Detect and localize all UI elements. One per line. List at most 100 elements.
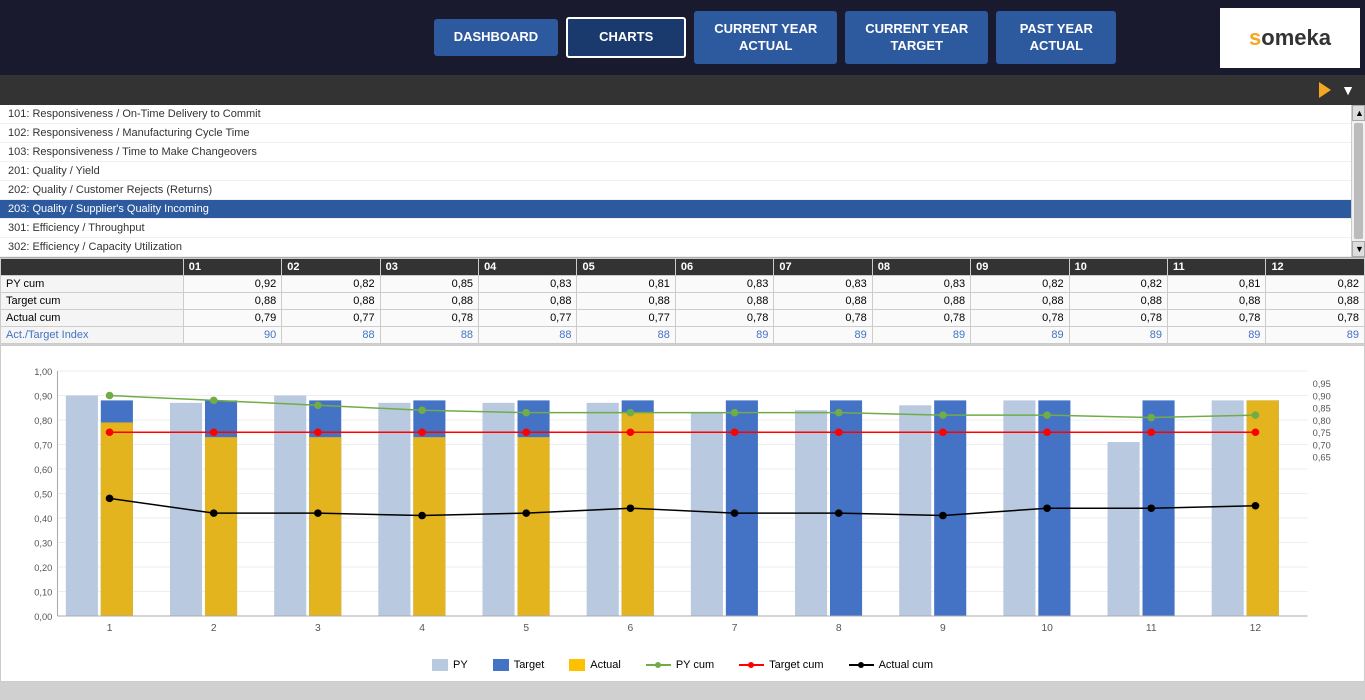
svg-text:0,90: 0,90: [1313, 392, 1331, 402]
table-cell-value: 0,78: [380, 310, 478, 327]
legend-label: Target cum: [769, 659, 823, 671]
svg-text:1,00: 1,00: [34, 367, 52, 377]
table-cell-value: 89: [872, 327, 970, 344]
svg-text:6: 6: [628, 623, 634, 634]
table-header-04: 04: [479, 259, 577, 276]
table-cell-value: 0,83: [872, 276, 970, 293]
header: DASHBOARD CHARTS CURRENT YEARACTUAL CURR…: [0, 0, 1365, 75]
table-cell-value: 0,88: [971, 293, 1069, 310]
kpi-select-label[interactable]: [1319, 82, 1336, 98]
svg-text:4: 4: [419, 623, 425, 634]
table-cell-label: Actual cum: [1, 310, 184, 327]
nav-past-year-actual[interactable]: PAST YEARACTUAL: [996, 11, 1116, 65]
table-cell-value: 0,85: [380, 276, 478, 293]
kpi-list-item-201[interactable]: 201: Quality / Yield: [0, 162, 1365, 181]
table-cell-value: 89: [971, 327, 1069, 344]
nav-current-year-actual[interactable]: CURRENT YEARACTUAL: [694, 11, 837, 65]
logo-text: someka: [1249, 25, 1331, 51]
svg-text:0,60: 0,60: [34, 465, 52, 475]
legend-color-box: [569, 659, 585, 671]
scroll-down-button[interactable]: ▼: [1352, 241, 1365, 257]
svg-text:0,40: 0,40: [34, 514, 52, 524]
table-cell-value: 88: [577, 327, 675, 344]
legend-label: PY: [453, 659, 468, 671]
nav-current-year-target[interactable]: CURRENT YEARTARGET: [845, 11, 988, 65]
table-header-01: 01: [183, 259, 281, 276]
table-cell-value: 0,78: [1069, 310, 1167, 327]
table-cell-value: 0,88: [872, 293, 970, 310]
dropdown-arrow-icon[interactable]: ▼: [1336, 82, 1360, 98]
svg-text:12: 12: [1250, 623, 1262, 634]
kpi-list-item-101[interactable]: 101: Responsiveness / On-Time Delivery t…: [0, 105, 1365, 124]
svg-text:0,30: 0,30: [34, 539, 52, 549]
kpi-list-item-103[interactable]: 103: Responsiveness / Time to Make Chang…: [0, 143, 1365, 162]
legend-item-actual: Actual: [569, 659, 621, 671]
legend-item-actual-cum: Actual cum: [849, 659, 933, 671]
table-header-09: 09: [971, 259, 1069, 276]
cumulative-table: 01 02 03 04 05 06 07 08 09 10 11 12 PY c…: [0, 258, 1365, 344]
table-cell-value: 0,79: [183, 310, 281, 327]
arrow-right-icon: [1319, 82, 1331, 98]
table-header-10: 10: [1069, 259, 1167, 276]
svg-text:0,95: 0,95: [1313, 379, 1331, 389]
table-cell-value: 0,82: [282, 276, 380, 293]
table-cell-value: 0,82: [971, 276, 1069, 293]
table-cell-label: Act./Target Index: [1, 327, 184, 344]
legend-label: PY cum: [676, 659, 714, 671]
kpi-list-item-102[interactable]: 102: Responsiveness / Manufacturing Cycl…: [0, 124, 1365, 143]
svg-text:0,70: 0,70: [1313, 441, 1331, 451]
table-cell-value: 0,81: [577, 276, 675, 293]
table-cell-value: 89: [675, 327, 773, 344]
scroll-thumb[interactable]: [1354, 123, 1363, 239]
table-cell-value: 0,82: [1069, 276, 1167, 293]
table-cell-value: 0,88: [577, 293, 675, 310]
table-header-02: 02: [282, 259, 380, 276]
scroll-up-button[interactable]: ▲: [1352, 105, 1365, 121]
table-cell-value: 0,77: [282, 310, 380, 327]
legend-line-indicator: [739, 659, 764, 671]
table-row: Target cum0,880,880,880,880,880,880,880,…: [1, 293, 1365, 310]
svg-text:0,65: 0,65: [1313, 453, 1331, 463]
legend-line-indicator: [849, 659, 874, 671]
table-cell-value: 89: [1168, 327, 1266, 344]
legend-label: Actual cum: [879, 659, 933, 671]
kpi-list-item-203[interactable]: 203: Quality / Supplier's Quality Incomi…: [0, 200, 1365, 219]
legend-label: Target: [514, 659, 545, 671]
legend-item-target: Target: [493, 659, 545, 671]
kpi-list-item-302[interactable]: 302: Efficiency / Capacity Utilization: [0, 238, 1365, 257]
legend-item-py: PY: [432, 659, 468, 671]
table-header-label: [1, 259, 184, 276]
nav-dashboard[interactable]: DASHBOARD: [434, 19, 559, 56]
kpi-list-item-202[interactable]: 202: Quality / Customer Rejects (Returns…: [0, 181, 1365, 200]
legend-label: Actual: [590, 659, 621, 671]
table-cell-value: 88: [380, 327, 478, 344]
table-cell-value: 0,88: [675, 293, 773, 310]
table-cell-value: 0,77: [577, 310, 675, 327]
svg-text:2: 2: [211, 623, 217, 634]
list-scrollbar[interactable]: ▲ ▼: [1351, 105, 1365, 257]
table-cell-value: 0,78: [1168, 310, 1266, 327]
svg-text:3: 3: [315, 623, 321, 634]
svg-text:1: 1: [107, 623, 113, 634]
table-cell-value: 0,83: [675, 276, 773, 293]
table-cell-value: 0,88: [479, 293, 577, 310]
svg-text:9: 9: [940, 623, 946, 634]
kpi-selector-bar[interactable]: ▼: [0, 75, 1365, 105]
table-header-06: 06: [675, 259, 773, 276]
legend-item-target-cum: Target cum: [739, 659, 823, 671]
table-cell-value: 0,88: [282, 293, 380, 310]
kpi-list-item-301[interactable]: 301: Efficiency / Throughput: [0, 219, 1365, 238]
nav-charts[interactable]: CHARTS: [566, 17, 686, 58]
table-cell-value: 0,77: [479, 310, 577, 327]
nav-buttons: DASHBOARD CHARTS CURRENT YEARACTUAL CURR…: [340, 11, 1210, 65]
table-cell-value: 0,88: [1069, 293, 1167, 310]
table-header-08: 08: [872, 259, 970, 276]
logo-s: s: [1249, 25, 1261, 50]
table-cell-value: 0,82: [1266, 276, 1365, 293]
svg-text:0,10: 0,10: [34, 588, 52, 598]
table-cell-value: 0,88: [774, 293, 872, 310]
table-cell-value: 0,78: [774, 310, 872, 327]
table-cell-value: 0,83: [479, 276, 577, 293]
chart-legend: PY Target Actual PY cum Target cum Actual cum: [11, 659, 1354, 671]
kpi-list: 101: Responsiveness / On-Time Delivery t…: [0, 105, 1365, 258]
